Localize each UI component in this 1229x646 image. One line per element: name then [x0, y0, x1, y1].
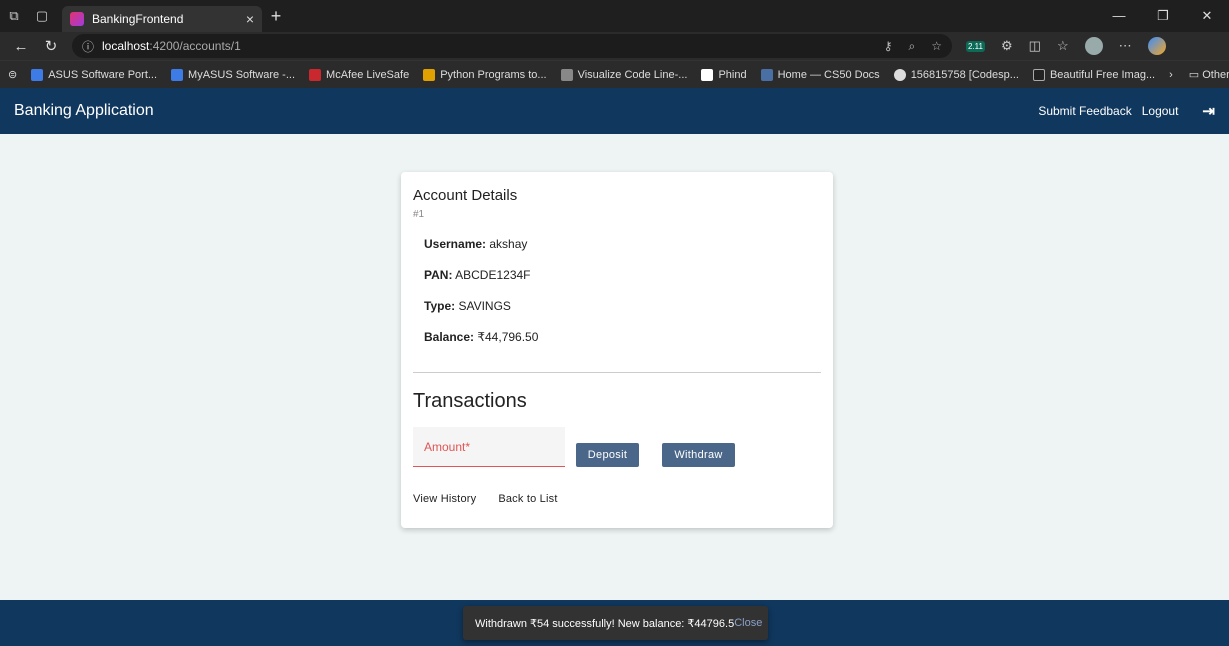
username-row: Username: akshay — [424, 237, 528, 251]
favorites-bar: ⊜ ASUS Software Port... MyASUS Software … — [0, 60, 1229, 88]
account-id: #1 — [413, 209, 425, 220]
extension-badge[interactable]: 2.11 — [966, 40, 985, 52]
snackbar-close-button[interactable]: Close — [734, 617, 762, 629]
tab-title: BankingFrontend — [92, 12, 184, 26]
pan-value: ABCDE1234F — [455, 268, 531, 282]
new-tab-icon[interactable]: + — [262, 6, 290, 27]
copilot-icon[interactable] — [1147, 37, 1166, 55]
close-window-icon[interactable]: ✕ — [1185, 8, 1229, 24]
balance-value: ₹44,796.50 — [477, 330, 539, 344]
favorite-item[interactable]: McAfee LiveSafe — [309, 68, 409, 81]
chevron-right-icon[interactable]: › — [1169, 69, 1173, 81]
snackbar: Withdrawn ₹54 successfully! New balance:… — [463, 606, 768, 640]
profile-avatar[interactable] — [1084, 37, 1103, 55]
favorite-item[interactable]: MyASUS Software -... — [171, 68, 295, 81]
username-value: akshay — [489, 237, 528, 251]
app-header: Banking Application Submit Feedback Logo… — [0, 88, 1229, 134]
favorite-item[interactable]: 156815758 [Codesp... — [893, 68, 1019, 81]
more-icon[interactable]: ⋯ — [1119, 38, 1132, 54]
back-to-list-link[interactable]: Back to List — [498, 493, 557, 505]
view-history-link[interactable]: View History — [413, 493, 476, 505]
transaction-form: Amount* Deposit Withdraw — [413, 427, 821, 467]
back-icon[interactable]: ← — [6, 38, 36, 55]
app-title: Banking Application — [14, 102, 154, 119]
angular-icon — [70, 12, 84, 26]
tab-actions-icon[interactable]: ▢ — [28, 0, 56, 32]
logout-icon[interactable]: ⇥ — [1202, 102, 1215, 120]
favorites-overflow: › ▭ Other favorites — [1169, 68, 1229, 82]
refresh-icon[interactable]: ↻ — [36, 37, 66, 55]
minimize-icon[interactable]: — — [1097, 8, 1141, 24]
zoom-icon[interactable]: ⌕ — [909, 39, 916, 54]
account-details-title: Account Details — [413, 187, 518, 204]
close-tab-icon[interactable]: × — [246, 11, 254, 27]
deposit-button[interactable]: Deposit — [576, 443, 639, 467]
restore-icon[interactable]: ❐ — [1141, 8, 1185, 24]
logout-link[interactable]: Logout — [1142, 104, 1179, 118]
workspaces-icon[interactable]: ⧉ — [0, 0, 28, 32]
balance-row: Balance: ₹44,796.50 — [424, 330, 539, 344]
favorite-item[interactable]: ASUS Software Port... — [31, 68, 157, 81]
favorites-icon[interactable]: ☆ — [1057, 38, 1069, 54]
browser-titlebar: ⧉ ▢ BankingFrontend × + — ❐ ✕ — [0, 0, 1229, 32]
favorites-menu-icon[interactable]: ⊜ — [8, 68, 17, 81]
favorite-item[interactable]: Home — CS50 Docs — [760, 68, 880, 81]
browser-extensions: 2.11 ⚙ ◫ ☆ ⋯ — [966, 37, 1166, 55]
url-input[interactable]: ⓘ localhost :4200/accounts/1 ⚷ ⌕ ☆ — [72, 34, 952, 58]
window-controls: — ❐ ✕ — [1097, 8, 1229, 24]
url-actions: ⚷ ⌕ ☆ — [884, 39, 942, 54]
pan-row: PAN: ABCDE1234F — [424, 268, 531, 282]
browser-tab[interactable]: BankingFrontend × — [62, 6, 262, 32]
divider — [413, 372, 821, 373]
amount-input[interactable]: Amount* — [413, 427, 565, 467]
type-row: Type: SAVINGS — [424, 299, 511, 313]
favorite-item[interactable]: Beautiful Free Imag... — [1032, 68, 1155, 81]
favorite-item[interactable]: Phind — [701, 68, 747, 81]
url-host: localhost — [102, 39, 150, 53]
card-links: View History Back to List — [413, 493, 821, 505]
split-screen-icon[interactable]: ◫ — [1029, 38, 1041, 54]
favorite-star-icon[interactable]: ☆ — [931, 39, 942, 54]
other-favorites[interactable]: ▭ Other favorites — [1189, 68, 1229, 81]
favorite-item[interactable]: Python Programs to... — [423, 68, 547, 81]
address-bar-row: ← ↻ ⓘ localhost :4200/accounts/1 ⚷ ⌕ ☆ 2… — [0, 32, 1229, 60]
withdraw-button[interactable]: Withdraw — [662, 443, 735, 467]
type-value: SAVINGS — [458, 299, 511, 313]
submit-feedback-link[interactable]: Submit Feedback — [1038, 104, 1131, 118]
header-actions: Submit Feedback Logout ⇥ — [1038, 102, 1215, 120]
snackbar-message: Withdrawn ₹54 successfully! New balance:… — [475, 617, 735, 630]
key-icon[interactable]: ⚷ — [884, 39, 893, 54]
site-info-icon[interactable]: ⓘ — [82, 38, 94, 55]
favorite-item[interactable]: Visualize Code Line-... — [560, 68, 687, 81]
account-card: Account Details #1 Username: akshay PAN:… — [401, 172, 833, 528]
extensions-icon[interactable]: ⚙ — [1001, 38, 1013, 54]
url-path: :4200/accounts/1 — [149, 39, 241, 53]
transactions-title: Transactions — [413, 390, 527, 412]
